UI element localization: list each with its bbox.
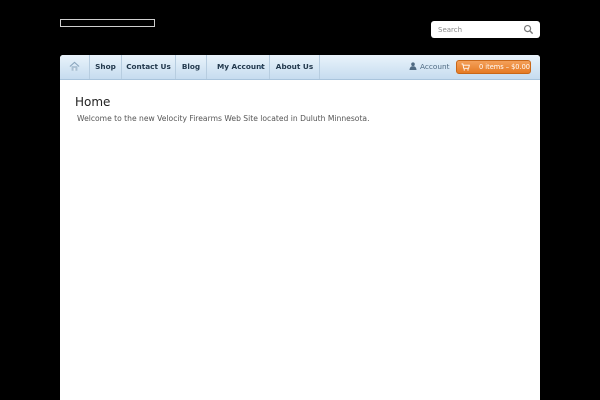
cart-summary: 0 items – $0.00 (479, 63, 530, 71)
chevron-down-icon (259, 66, 263, 69)
page-title: Home (75, 95, 111, 109)
main-navigation: Shop Contact Us Blog My Account About Us… (60, 55, 540, 80)
cart-icon (461, 63, 470, 71)
main-content-panel: Shop Contact Us Blog My Account About Us… (60, 55, 540, 400)
search-icon[interactable] (523, 24, 534, 35)
nav-contact-us[interactable]: Contact Us (122, 55, 176, 79)
account-label: Account (420, 62, 450, 71)
nav-blog[interactable]: Blog (176, 55, 207, 79)
user-icon (409, 62, 417, 70)
cart-button[interactable]: 0 items – $0.00 (456, 60, 531, 74)
search-box[interactable] (431, 21, 540, 38)
site-logo[interactable] (60, 19, 155, 27)
account-link[interactable]: Account (409, 55, 449, 79)
nav-about-us[interactable]: About Us (270, 55, 320, 79)
nav-home[interactable] (60, 55, 90, 79)
nav-my-account-label: My Account (217, 62, 265, 71)
search-input[interactable] (431, 21, 523, 38)
intro-text: Welcome to the new Velocity Firearms Web… (77, 114, 370, 123)
nav-my-account[interactable]: My Account (207, 55, 270, 79)
home-icon (69, 61, 80, 71)
nav-shop[interactable]: Shop (90, 55, 122, 79)
